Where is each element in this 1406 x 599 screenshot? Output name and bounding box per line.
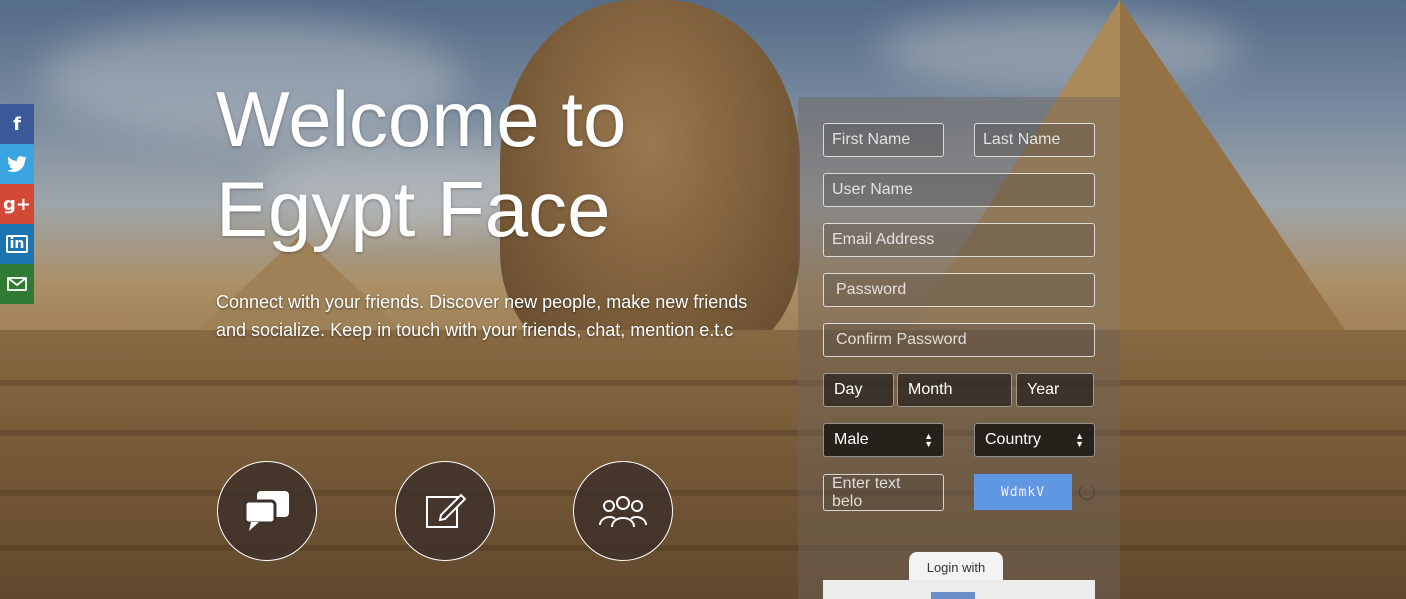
facebook-share-button[interactable]: f	[0, 104, 34, 144]
email-share-button[interactable]	[0, 264, 34, 304]
captcha-image: WdmkV	[974, 474, 1072, 510]
group-icon	[599, 496, 647, 528]
refresh-captcha-icon[interactable]	[1079, 484, 1095, 500]
month-select[interactable]: Month	[897, 373, 1012, 407]
social-share-bar: f g+ in	[0, 104, 34, 304]
last-name-field[interactable]: Last Name	[974, 123, 1095, 157]
google-plus-icon: g+	[3, 193, 31, 215]
gender-select-value: Male	[834, 431, 869, 448]
feature-chat-circle	[217, 461, 317, 561]
country-select[interactable]: Country ▲ ▼	[974, 423, 1095, 457]
google-plus-share-button[interactable]: g+	[0, 184, 34, 224]
day-select-value: Day	[834, 381, 863, 398]
chevron-updown-icon: ▲ ▼	[924, 431, 933, 449]
linkedin-icon: in	[5, 235, 29, 253]
year-select[interactable]: Year	[1016, 373, 1094, 407]
year-select-value: Year	[1027, 381, 1060, 398]
feature-group-circle	[573, 461, 673, 561]
email-field[interactable]: Email Address	[823, 223, 1095, 257]
facebook-login-button[interactable]	[931, 592, 975, 599]
password-field[interactable]: Password	[823, 273, 1095, 307]
captcha-input[interactable]: Enter text belo	[823, 474, 944, 511]
twitter-icon	[7, 156, 27, 172]
country-select-value: Country	[985, 431, 1042, 448]
confirm-password-field[interactable]: Confirm Password	[823, 323, 1095, 357]
first-name-field[interactable]: First Name	[823, 123, 944, 157]
gender-select[interactable]: Male ▲ ▼	[823, 423, 944, 457]
chat-bubbles-icon	[243, 491, 289, 531]
envelope-icon	[7, 277, 27, 291]
login-with-tab: Login with	[909, 552, 1003, 582]
chevron-updown-icon: ▲ ▼	[1075, 431, 1084, 449]
month-select-value: Month	[908, 381, 953, 398]
user-name-field[interactable]: User Name	[823, 173, 1095, 207]
facebook-icon: f	[13, 113, 21, 135]
twitter-share-button[interactable]	[0, 144, 34, 184]
hero-description: Connect with your friends. Discover new …	[216, 292, 748, 340]
feature-edit-circle	[395, 461, 495, 561]
edit-icon	[426, 493, 467, 528]
page-title: Welcome to Egypt Face	[216, 75, 627, 253]
day-select[interactable]: Day	[823, 373, 894, 407]
linkedin-share-button[interactable]: in	[0, 224, 34, 264]
